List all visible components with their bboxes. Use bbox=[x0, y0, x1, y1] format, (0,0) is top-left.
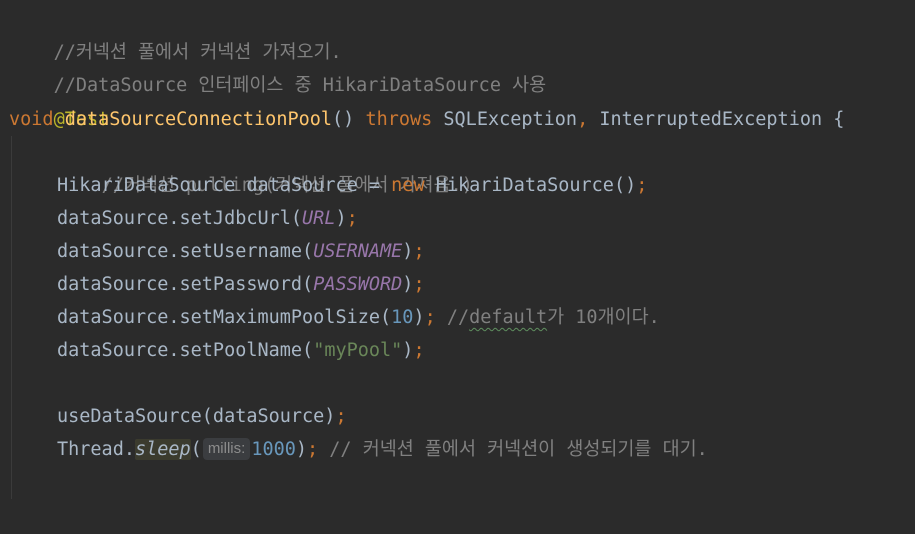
semicolon: ; bbox=[636, 175, 648, 196]
code-line-5[interactable]: //커넥션 pulling(커넥션 풀에서 가져옴.) bbox=[57, 136, 473, 196]
type-name[interactable]: HikariDataSource bbox=[57, 175, 235, 196]
comment: // 커넥션 풀에서 커넥션이 생성되기를 대기. bbox=[329, 439, 708, 460]
semicolon: ; bbox=[413, 241, 425, 262]
class-name[interactable]: Thread. bbox=[57, 439, 135, 460]
keyword-throws: throws bbox=[365, 109, 433, 130]
number-arg: 10 bbox=[391, 307, 414, 328]
method-call[interactable]: dataSource.setJdbcUrl( bbox=[57, 208, 302, 229]
parameter-hint: millis: bbox=[202, 438, 251, 460]
comment: //DataSource 인터페이스 중 HikariDataSource 사용 bbox=[53, 75, 547, 96]
spellcheck-word[interactable]: default bbox=[469, 307, 547, 328]
indent-guide bbox=[11, 136, 12, 499]
code-line-2[interactable]: //DataSource 인터페이스 중 HikariDataSource 사용 bbox=[9, 36, 547, 96]
code-line-14[interactable]: Thread.sleep(millis: 1000); // 커넥션 풀에서 커넥… bbox=[57, 433, 708, 466]
method-call[interactable]: dataSource.setPoolName( bbox=[57, 340, 313, 361]
method-call[interactable]: dataSource.setUsername( bbox=[57, 241, 313, 262]
parens: () bbox=[332, 109, 355, 130]
code-line-8[interactable]: dataSource.setUsername(USERNAME); bbox=[57, 235, 425, 268]
close-paren: ) bbox=[413, 307, 425, 328]
keyword-new: new bbox=[391, 175, 425, 196]
assign-operator: = bbox=[368, 175, 381, 196]
comment-text: 가 10개이다. bbox=[547, 307, 660, 328]
code-line-4[interactable]: void dataSourceConnectionPool() throws S… bbox=[9, 103, 844, 136]
semicolon: ; bbox=[424, 307, 436, 328]
string-arg: "myPool" bbox=[313, 340, 403, 361]
method-call[interactable]: dataSource.setPassword( bbox=[57, 274, 313, 295]
close-paren: ) bbox=[295, 439, 308, 460]
open-paren: ( bbox=[190, 439, 202, 460]
semicolon: ; bbox=[413, 340, 425, 361]
close-paren: ) bbox=[402, 340, 414, 361]
method-call[interactable]: useDataSource(dataSource) bbox=[57, 406, 335, 427]
exception-type[interactable]: InterruptedException bbox=[599, 109, 822, 130]
comment-prefix: // bbox=[446, 307, 470, 328]
close-paren: ) bbox=[335, 208, 347, 229]
code-line-16[interactable]: } bbox=[9, 498, 65, 531]
number-arg: 1000 bbox=[251, 439, 296, 460]
static-method[interactable]: sleep bbox=[134, 439, 191, 460]
method-name[interactable]: dataSourceConnectionPool bbox=[65, 109, 332, 130]
keyword-void: void bbox=[9, 109, 54, 130]
method-call[interactable]: dataSource.setMaximumPoolSize( bbox=[57, 307, 391, 328]
constant-arg[interactable]: USERNAME bbox=[313, 241, 402, 262]
comma: , bbox=[577, 109, 589, 130]
open-brace: { bbox=[833, 109, 845, 130]
code-editor[interactable]: //커넥션 풀에서 커넥션 가져오기. //DataSource 인터페이스 중… bbox=[0, 0, 915, 534]
code-line-7[interactable]: dataSource.setJdbcUrl(URL); bbox=[57, 202, 358, 235]
code-line-11[interactable]: dataSource.setPoolName("myPool"); bbox=[57, 334, 425, 367]
code-line-6[interactable]: HikariDataSource dataSource = new Hikari… bbox=[57, 169, 647, 202]
constant-arg[interactable]: URL bbox=[302, 208, 335, 229]
comment: //default가 10개이다. bbox=[447, 307, 660, 328]
exception-type[interactable]: SQLException bbox=[443, 109, 577, 130]
variable-name[interactable]: dataSource bbox=[246, 175, 357, 196]
close-paren: ) bbox=[402, 274, 414, 295]
semicolon: ; bbox=[413, 274, 425, 295]
semicolon: ; bbox=[335, 406, 347, 427]
code-line-10[interactable]: dataSource.setMaximumPoolSize(10); //def… bbox=[57, 301, 660, 334]
semicolon: ; bbox=[307, 439, 319, 460]
code-line-3[interactable]: @Test bbox=[9, 70, 110, 130]
code-line-13[interactable]: useDataSource(dataSource); bbox=[57, 400, 347, 433]
code-line-1[interactable]: //커넥션 풀에서 커넥션 가져오기. bbox=[9, 3, 342, 63]
constructor-name[interactable]: HikariDataSource bbox=[436, 175, 614, 196]
constant-arg[interactable]: PASSWORD bbox=[313, 274, 402, 295]
close-paren: ) bbox=[402, 241, 414, 262]
code-line-9[interactable]: dataSource.setPassword(PASSWORD); bbox=[57, 268, 425, 301]
parens: () bbox=[613, 175, 637, 196]
semicolon: ; bbox=[346, 208, 358, 229]
